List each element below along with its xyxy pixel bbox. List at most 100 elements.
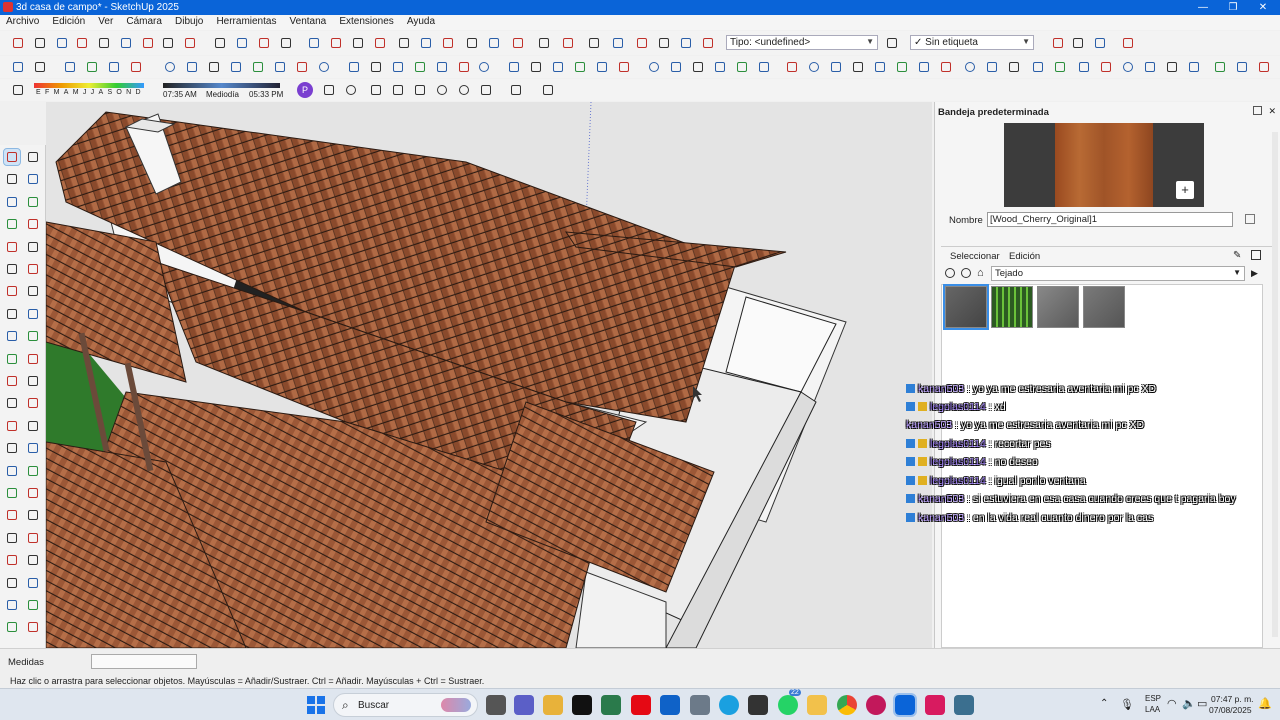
previous-view-icon[interactable] [118, 35, 134, 51]
geolocation-icon[interactable] [1120, 35, 1136, 51]
solid-tools-icon[interactable] [476, 59, 492, 75]
month-slider[interactable] [34, 83, 144, 88]
section-plane-tool-icon[interactable] [4, 507, 20, 523]
notifications-icon[interactable]: 🔔 [1258, 697, 1272, 710]
push-pull-icon[interactable] [25, 306, 41, 322]
cut-icon[interactable] [372, 35, 388, 51]
pan-tool-icon[interactable] [25, 440, 41, 456]
scale-icon[interactable] [4, 351, 20, 367]
zoom-extents-tool-icon[interactable] [25, 463, 41, 479]
sandbox-tool-icon[interactable] [25, 530, 41, 546]
settings-icon[interactable] [668, 59, 684, 75]
front-view-icon[interactable] [256, 35, 272, 51]
pie-icon[interactable] [25, 283, 41, 299]
menu-ayuda[interactable]: Ayuda [401, 15, 439, 27]
netflix-icon[interactable] [631, 695, 651, 715]
rotated-rectangle-icon[interactable] [25, 239, 41, 255]
wireframe-icon[interactable] [106, 59, 122, 75]
smoove-icon[interactable] [586, 35, 602, 51]
protractor-icon[interactable] [25, 373, 41, 389]
gallery-icon[interactable] [601, 695, 621, 715]
lasso-icon[interactable] [25, 149, 41, 165]
stamp-icon[interactable] [610, 35, 626, 51]
menu-archivo[interactable]: Archivo [0, 15, 43, 27]
orbit-icon[interactable] [10, 35, 26, 51]
details-arrow-icon[interactable]: ▶ [1251, 268, 1258, 279]
details-icon[interactable] [1251, 250, 1261, 260]
3d-text-icon[interactable] [616, 59, 632, 75]
material-name-input[interactable]: [Wood_Cherry_Original]1 [987, 212, 1233, 227]
iso-view-icon[interactable] [212, 35, 228, 51]
grid-icon[interactable] [1212, 59, 1228, 75]
lang-top[interactable]: ESP [1145, 694, 1161, 703]
position-camera-tool-icon[interactable] [25, 507, 41, 523]
pin-icon[interactable] [1253, 106, 1262, 115]
print-icon[interactable] [510, 35, 526, 51]
tiktok-icon[interactable] [572, 695, 592, 715]
menu-ver[interactable]: Ver [92, 15, 117, 27]
move-icon[interactable] [4, 306, 20, 322]
display-section-icon[interactable] [294, 59, 310, 75]
taskbar-search[interactable]: ⌕ Buscar [333, 693, 478, 717]
close-icon[interactable]: ✕ [1246, 0, 1280, 15]
eraser-icon[interactable] [25, 171, 41, 187]
look-around-tool-icon[interactable] [25, 485, 41, 501]
monitor-icon[interactable] [954, 695, 974, 715]
terrain-icon[interactable] [540, 82, 556, 98]
text-icon[interactable] [550, 59, 566, 75]
3d-viewport[interactable] [46, 102, 932, 648]
menu-dibujo[interactable]: Dibujo [169, 15, 207, 27]
text-tool-icon[interactable] [4, 395, 20, 411]
wifi-icon[interactable]: ◠ [1167, 697, 1177, 710]
trim-icon[interactable] [434, 59, 450, 75]
store-icon[interactable] [543, 695, 563, 715]
walk-tool-icon[interactable] [4, 485, 20, 501]
component-icon[interactable] [316, 59, 332, 75]
erase-icon[interactable] [440, 35, 456, 51]
terrain-icon[interactable] [1234, 59, 1250, 75]
file-explorer-icon[interactable] [807, 695, 827, 715]
edge-icon[interactable] [719, 695, 739, 715]
polygon-icon[interactable] [25, 261, 41, 277]
outer-shell-icon[interactable] [346, 59, 362, 75]
collection-dropdown[interactable]: Tejado ▼ [991, 266, 1245, 281]
fog-icon[interactable] [828, 59, 844, 75]
union-icon[interactable] [390, 59, 406, 75]
cube-icon[interactable] [321, 82, 337, 98]
instructor-icon[interactable] [894, 59, 910, 75]
close-icon[interactable]: ✕ [1268, 106, 1276, 117]
whatsapp-icon[interactable]: 22 [778, 689, 801, 715]
textured-icon[interactable] [184, 59, 200, 75]
dimension-tool-icon[interactable] [25, 395, 41, 411]
open-icon[interactable] [328, 35, 344, 51]
position-camera-icon[interactable] [182, 35, 198, 51]
paint-bucket-icon[interactable] [4, 171, 20, 187]
add-detail-icon[interactable] [656, 35, 672, 51]
tape-measure-icon[interactable] [4, 373, 20, 389]
ruby-console-icon[interactable] [1098, 59, 1114, 75]
app-icon[interactable] [748, 695, 768, 715]
redo-icon[interactable] [486, 35, 502, 51]
copy-icon[interactable] [396, 35, 412, 51]
follow-me-icon[interactable] [528, 59, 544, 75]
clock-date[interactable]: 07/08/2025 [1209, 705, 1252, 715]
pan-icon[interactable] [32, 35, 48, 51]
paint-icon[interactable] [506, 59, 522, 75]
zoom-window-icon[interactable] [74, 35, 90, 51]
materials-icon[interactable] [756, 59, 772, 75]
tape-icon[interactable] [1142, 59, 1158, 75]
microphone-icon[interactable]: 🎙 [1120, 698, 1134, 711]
look-around-icon[interactable] [160, 35, 176, 51]
select-icon[interactable] [3, 148, 21, 166]
menu-extensiones[interactable]: Extensiones [333, 15, 397, 27]
back-edges-icon[interactable] [84, 59, 100, 75]
subtract-icon[interactable] [412, 59, 428, 75]
walk-icon[interactable] [140, 35, 156, 51]
section-plane-icon[interactable] [228, 59, 244, 75]
tab-select[interactable]: Seleccionar [941, 248, 1001, 266]
undo-icon[interactable] [464, 35, 480, 51]
measures-input[interactable] [91, 654, 197, 669]
user-icon[interactable] [32, 59, 48, 75]
freehand-icon[interactable] [25, 216, 41, 232]
follow-me-icon[interactable] [25, 328, 41, 344]
